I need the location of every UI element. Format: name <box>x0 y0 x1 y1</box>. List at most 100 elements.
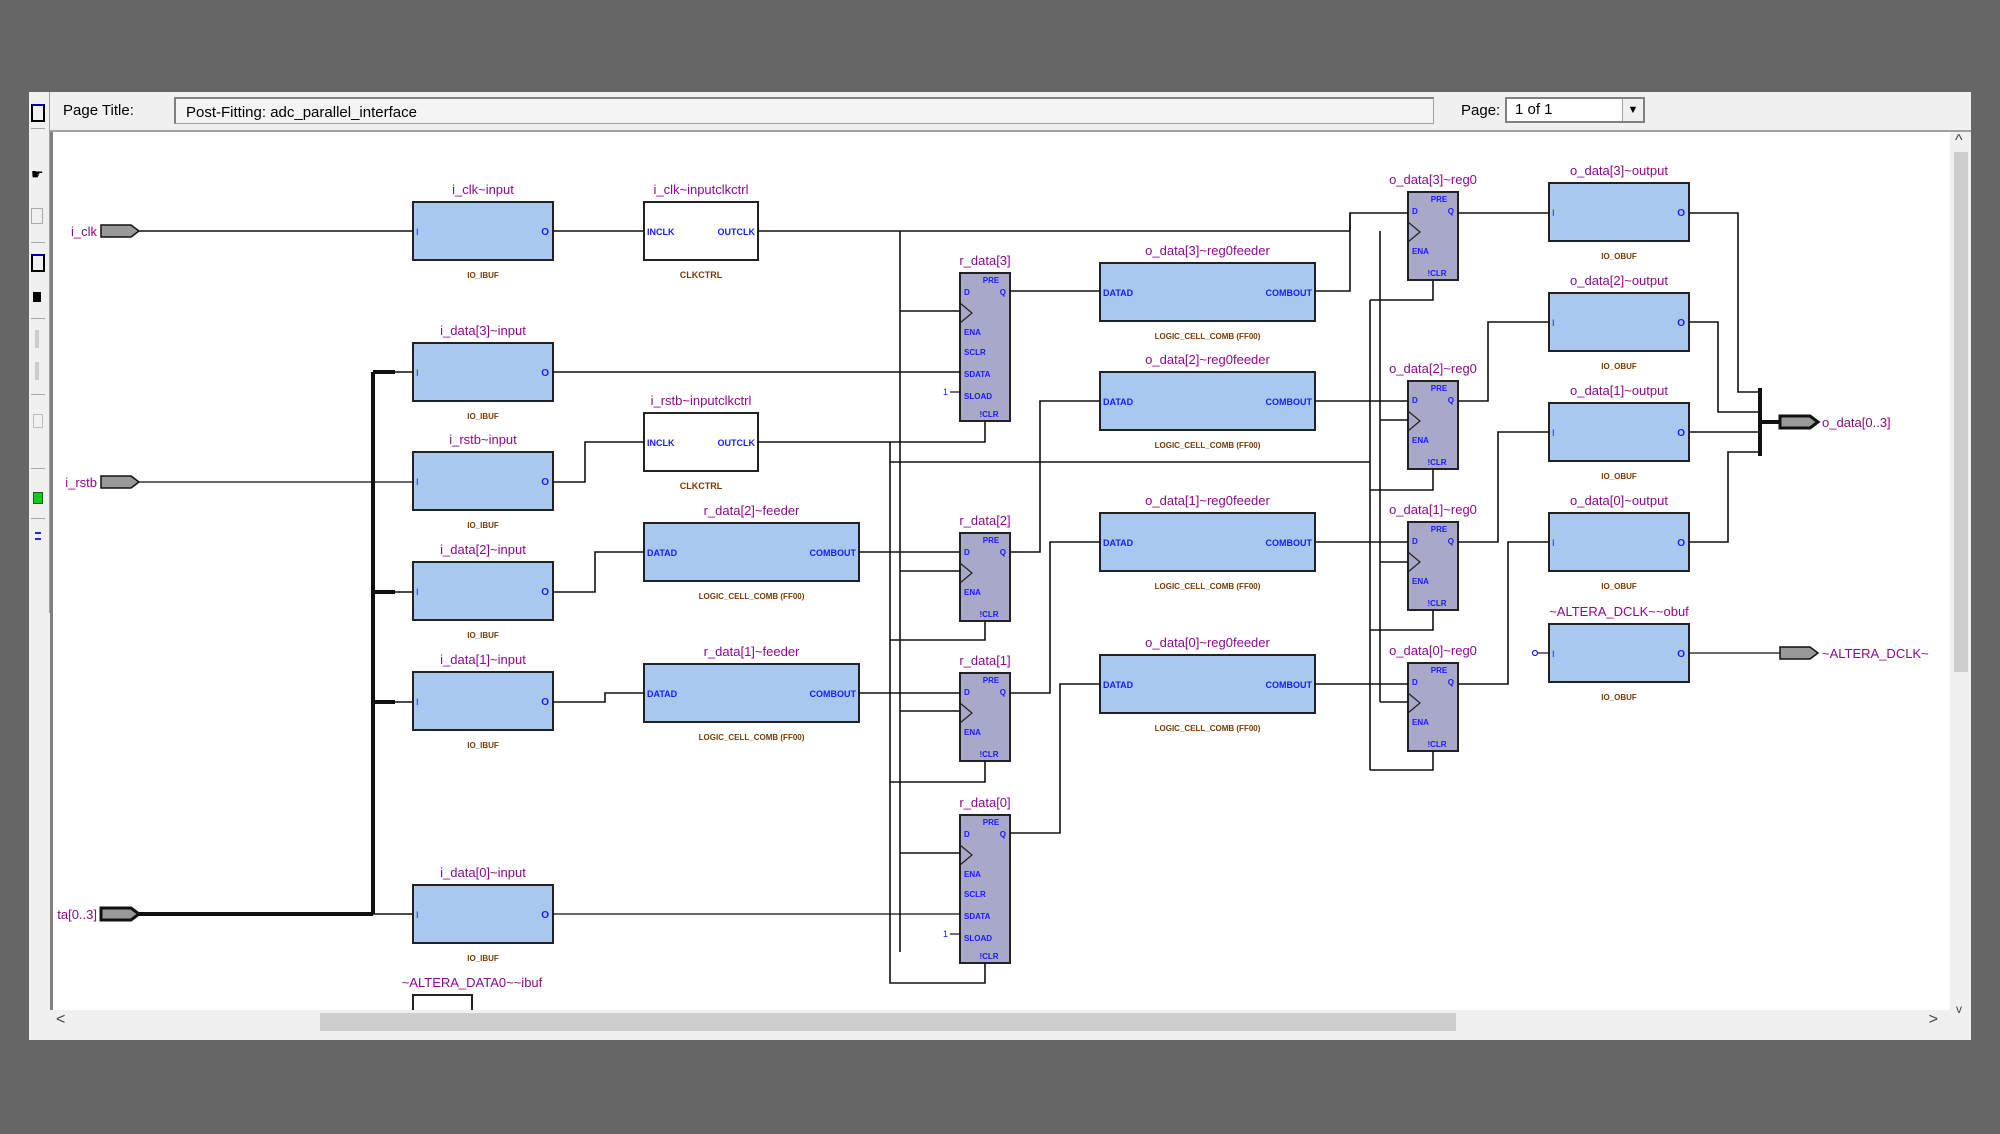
input-buffer-block[interactable] <box>412 451 554 511</box>
input-buffer-type: IO_IBUF <box>467 521 499 530</box>
register-name: r_data[0] <box>959 795 1010 810</box>
toolbar-separator <box>31 518 45 519</box>
input-buffer-name: i_rstb~input <box>449 432 517 447</box>
highlight-icon[interactable] <box>29 360 45 384</box>
wire <box>553 551 644 593</box>
wire <box>1689 451 1760 543</box>
chevron-down-icon[interactable]: ▼ <box>1622 99 1643 121</box>
register-port-ena: ENA <box>1412 577 1429 586</box>
wire <box>890 761 986 783</box>
hand-tool-icon[interactable]: ☛ <box>29 162 45 186</box>
list-view-icon[interactable] <box>29 528 45 552</box>
horizontal-scroll-thumb[interactable] <box>320 1013 1456 1031</box>
clock-control-type: CLKCTRL <box>680 270 723 280</box>
output-buffer-type: IO_OBUF <box>1601 582 1637 591</box>
feeder-name: o_data[0]~reg0feeder <box>1145 635 1270 650</box>
register-name: r_data[2] <box>959 513 1010 528</box>
register-port-ena: ENA <box>964 588 981 597</box>
input-buffer-name: i_clk~input <box>452 182 514 197</box>
input-buffer-type: IO_IBUF <box>467 412 499 421</box>
register-port-ena: ENA <box>964 870 981 879</box>
register-port-d: D <box>1412 396 1418 405</box>
port-label-in: I <box>1552 318 1555 328</box>
port-label-out: O <box>541 368 549 379</box>
zoom-tool-icon[interactable] <box>29 204 45 228</box>
page-select[interactable]: 1 of 1 ▼ <box>1505 97 1645 123</box>
register-port-nclr: !CLR <box>1427 458 1446 467</box>
feeder-name: r_data[2]~feeder <box>704 503 800 518</box>
scroll-left-icon[interactable]: < <box>56 1011 65 1029</box>
port-label-out: O <box>1677 318 1685 329</box>
register-port-pre: PRE <box>983 676 1000 685</box>
input-pin-icon[interactable] <box>100 224 141 238</box>
constant-one-label: 1 <box>943 929 948 939</box>
output-pin-icon[interactable] <box>1778 414 1821 430</box>
scroll-right-icon[interactable]: > <box>1929 1011 1938 1029</box>
port-label-in: I <box>416 227 419 237</box>
input-buffer-block[interactable] <box>412 201 554 261</box>
input-pin-icon[interactable] <box>100 475 141 489</box>
unconnected-port-icon <box>1531 649 1539 657</box>
register-port-q: Q <box>1448 207 1454 216</box>
input-buffer-block[interactable] <box>412 561 554 621</box>
output-buffer-block[interactable] <box>1548 623 1690 683</box>
feeder-type: LOGIC_CELL_COMB (FF00) <box>1155 332 1261 341</box>
register-port-sload: SLOAD <box>964 392 992 401</box>
constant-one-label: 1 <box>943 387 948 397</box>
output-buffer-block[interactable] <box>1548 182 1690 242</box>
port-label-out: O <box>541 910 549 921</box>
port-label-in: DATAD <box>647 689 678 699</box>
port-label-out: O <box>1677 538 1685 549</box>
wire <box>1010 541 1100 694</box>
port-label-out: O <box>541 587 549 598</box>
netlist-navigator-icon[interactable] <box>29 486 45 510</box>
scroll-down-icon[interactable]: v <box>1956 1002 1962 1016</box>
vertical-scrollbar[interactable]: ^ v <box>1951 132 1971 1020</box>
horizontal-scrollbar[interactable]: < > <box>50 1010 1950 1034</box>
input-buffer-block[interactable] <box>412 884 554 944</box>
output-buffer-block[interactable] <box>1548 292 1690 352</box>
output-buffer-block[interactable] <box>1548 402 1690 462</box>
register-port-d: D <box>1412 678 1418 687</box>
fit-window-icon[interactable] <box>29 250 45 274</box>
port-label-in: DATAD <box>1103 288 1134 298</box>
port-label-out: O <box>541 697 549 708</box>
port-label-in: DATAD <box>647 548 678 558</box>
print-icon[interactable] <box>29 284 45 308</box>
page-title-field: Post-Fitting: adc_parallel_interface <box>174 97 1434 124</box>
register-port-nclr: !CLR <box>1427 599 1446 608</box>
toolbar-separator <box>31 128 45 129</box>
wire <box>1689 212 1760 393</box>
wire <box>1010 400 1100 553</box>
input-buffer-block[interactable] <box>412 342 554 402</box>
input-buffer-type: IO_IBUF <box>467 954 499 963</box>
register-port-pre: PRE <box>983 276 1000 285</box>
find-icon[interactable] <box>29 328 45 352</box>
clock-control-type: CLKCTRL <box>680 481 723 491</box>
toolbar-separator <box>31 468 45 469</box>
input-pin-icon[interactable] <box>99 906 142 922</box>
register-port-q: Q <box>1000 288 1006 297</box>
register-port-d: D <box>964 830 970 839</box>
register-port-ena: ENA <box>1412 718 1429 727</box>
scroll-up-icon[interactable]: ^ <box>1955 132 1963 150</box>
schematic-canvas[interactable]: i_clk~input I O IO_IBUF i_data[3]~input I O IO_… <box>50 132 1950 1020</box>
register-port-sclr: SCLR <box>964 348 986 357</box>
select-tool-icon[interactable] <box>29 100 45 124</box>
feeder-type: LOGIC_CELL_COMB (FF00) <box>1155 441 1261 450</box>
register-port-nclr: !CLR <box>1427 740 1446 749</box>
register-port-nclr: !CLR <box>979 750 998 759</box>
register-port-ena: ENA <box>1412 247 1429 256</box>
register-port-pre: PRE <box>1431 384 1448 393</box>
input-buffer-type: IO_IBUF <box>467 741 499 750</box>
schematic-drawing: i_clk~input I O IO_IBUF i_data[3]~input I O IO_… <box>57 163 1929 1014</box>
register-port-d: D <box>964 548 970 557</box>
register-port-nclr: !CLR <box>979 952 998 961</box>
output-buffer-block[interactable] <box>1548 512 1690 572</box>
register-port-pre: PRE <box>983 818 1000 827</box>
output-pin-icon[interactable] <box>1779 646 1820 660</box>
input-buffer-block[interactable] <box>412 671 554 731</box>
toolbar-separator <box>31 394 45 395</box>
properties-icon[interactable] <box>29 410 45 434</box>
vertical-scroll-thumb[interactable] <box>1954 152 1968 672</box>
